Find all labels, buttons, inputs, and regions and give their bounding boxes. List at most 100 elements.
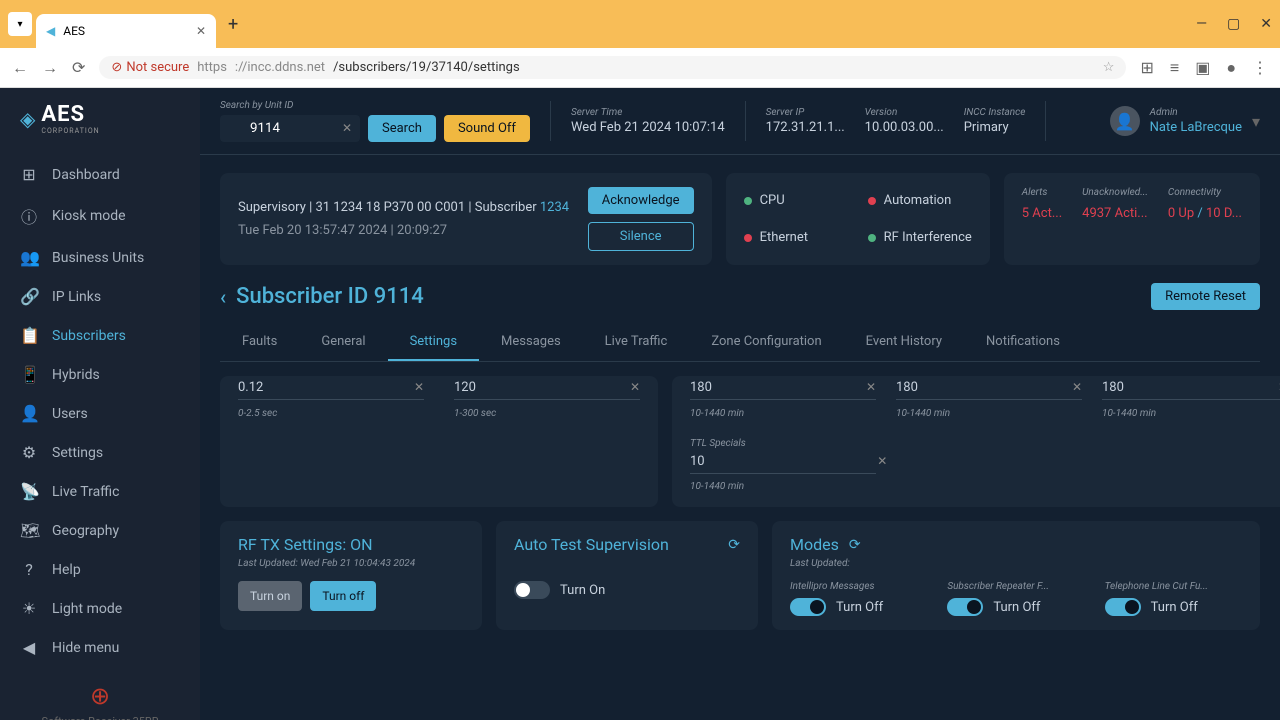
autotest-card: Auto Test Supervision⟳ Turn On — [496, 521, 758, 630]
users-icon: 👥 — [20, 248, 38, 267]
alerts-value[interactable]: 5 Act... — [1022, 206, 1062, 221]
clear-icon[interactable]: ✕ — [877, 454, 887, 468]
sidebar-item-livetraffic[interactable]: 📡Live Traffic — [0, 472, 200, 511]
rf-status: RF Interference — [868, 224, 972, 251]
clear-icon[interactable]: ✕ — [866, 380, 876, 394]
device-icon: 📱 — [20, 365, 38, 384]
autotest-toggle[interactable] — [514, 581, 550, 599]
silence-button[interactable]: Silence — [588, 222, 694, 251]
refresh-icon[interactable]: ⟳ — [728, 537, 740, 553]
extension-icon[interactable]: ⊞ — [1140, 58, 1153, 78]
sidebar-item-users[interactable]: 👤Users — [0, 394, 200, 433]
conn-value[interactable]: 0 Up / 10 D... — [1168, 206, 1242, 221]
tab-eventhistory[interactable]: Event History — [844, 324, 964, 361]
user-menu[interactable]: 👤 AdminNate LaBrecque ▾ — [1110, 106, 1260, 136]
automation-status: Automation — [868, 187, 972, 214]
sidebar-item-dashboard[interactable]: ⊞Dashboard — [0, 155, 200, 194]
input-4[interactable] — [896, 376, 1082, 400]
tab-zoneconfig[interactable]: Zone Configuration — [689, 324, 843, 361]
tab-settings[interactable]: Settings — [388, 324, 479, 361]
back-arrow-icon[interactable]: ‹ — [220, 285, 226, 309]
sidebar-item-hybrids[interactable]: 📱Hybrids — [0, 355, 200, 394]
tab-livetraffic[interactable]: Live Traffic — [583, 324, 690, 361]
link-icon: 🔗 — [20, 287, 38, 306]
sidebar-item-subscribers[interactable]: 📋Subscribers — [0, 316, 200, 355]
input-5[interactable] — [1102, 376, 1280, 400]
alerts-card: Alerts5 Act... Unacknowled...4937 Acti..… — [1004, 173, 1260, 265]
input-3[interactable] — [690, 376, 876, 400]
reload-icon[interactable]: ⟳ — [72, 58, 85, 77]
sidebar-item-settings[interactable]: ⚙Settings — [0, 433, 200, 472]
search-button[interactable]: Search — [368, 115, 436, 142]
maximize-icon[interactable]: ▢ — [1227, 16, 1240, 32]
menu-icon[interactable]: ⋮ — [1252, 58, 1268, 78]
turn-off-button[interactable]: Turn off — [310, 581, 376, 611]
refresh-icon[interactable]: ⟳ — [849, 537, 861, 553]
sidebar-item-help[interactable]: ?Help — [0, 550, 200, 589]
sidebar-item-geography[interactable]: 🗺Geography — [0, 511, 200, 550]
forward-icon[interactable]: → — [42, 58, 58, 78]
sidebar-item-hidemenu[interactable]: ◀Hide menu — [0, 628, 200, 667]
footer-icon: ⊕ — [0, 682, 200, 710]
security-badge: ⊘ Not secure — [111, 60, 189, 75]
close-window-icon[interactable]: ✕ — [1260, 16, 1272, 32]
list-icon[interactable]: ≡ — [1170, 58, 1179, 78]
sound-off-button[interactable]: Sound Off — [444, 115, 530, 142]
signal-icon: 📡 — [20, 482, 38, 501]
input-1[interactable] — [238, 376, 424, 400]
tab-faults[interactable]: Faults — [220, 324, 299, 361]
browser-tab[interactable]: ◀ AES ✕ — [36, 14, 216, 48]
sidebar-item-lightmode[interactable]: ☀Light mode — [0, 589, 200, 628]
panel-icon[interactable]: ▣ — [1195, 58, 1210, 78]
sidebar-footer: ⊕ Software Receiver 35RR — [0, 667, 200, 720]
rftx-card: RF TX Settings: ON Last Updated: Wed Feb… — [220, 521, 482, 630]
unack-value[interactable]: 4937 Acti... — [1082, 206, 1148, 221]
acknowledge-button[interactable]: Acknowledge — [588, 187, 694, 214]
url-bar[interactable]: ⊘ Not secure https://incc.ddns.net/subsc… — [99, 56, 1126, 79]
avatar-icon: 👤 — [1110, 106, 1140, 136]
intellipro-toggle[interactable] — [790, 598, 826, 616]
autotest-title: Auto Test Supervision⟳ — [514, 535, 740, 554]
user-icon: 👤 — [20, 404, 38, 423]
logo: ◈ AESCORPORATION — [0, 102, 200, 155]
search-input[interactable] — [220, 115, 360, 142]
clear-icon[interactable]: ✕ — [630, 380, 640, 394]
sidebar-item-kiosk[interactable]: ⓘKiosk mode — [0, 194, 200, 238]
clear-icon[interactable]: ✕ — [342, 121, 352, 135]
supervisory-time: Tue Feb 20 13:57:47 2024 | 20:09:27 — [238, 223, 569, 238]
tab-dropdown[interactable]: ▾ — [8, 12, 32, 36]
telephone-toggle[interactable] — [1105, 598, 1141, 616]
input-2[interactable] — [454, 376, 640, 400]
clear-icon[interactable]: ✕ — [414, 380, 424, 394]
sun-icon: ☀ — [20, 599, 38, 618]
gear-icon: ⚙ — [20, 443, 38, 462]
help-icon: ? — [20, 560, 38, 579]
clipboard-icon: 📋 — [20, 326, 38, 345]
search-label: Search by Unit ID — [220, 100, 530, 111]
turn-on-button[interactable]: Turn on — [238, 581, 302, 611]
supervisory-card: Supervisory | 31 1234 18 P370 00 C001 | … — [220, 173, 712, 265]
supervisory-text: Supervisory | 31 1234 18 P370 00 C001 | … — [238, 200, 569, 215]
back-icon[interactable]: ← — [12, 58, 28, 78]
collapse-icon: ◀ — [20, 638, 38, 657]
clear-icon[interactable]: ✕ — [1072, 380, 1082, 394]
tab-close-icon[interactable]: ✕ — [196, 24, 206, 38]
cpu-status: CPU — [744, 187, 848, 214]
minimize-icon[interactable]: — — [1196, 16, 1207, 32]
tab-messages[interactable]: Messages — [479, 324, 583, 361]
chevron-down-icon: ▾ — [1252, 112, 1260, 131]
repeater-toggle[interactable] — [947, 598, 983, 616]
remote-reset-button[interactable]: Remote Reset — [1151, 283, 1260, 310]
ttl-input[interactable] — [690, 450, 876, 474]
star-icon[interactable]: ☆ — [1103, 60, 1115, 75]
tab-notifications[interactable]: Notifications — [964, 324, 1082, 361]
status-card: CPU Automation Ethernet RF Interference — [726, 173, 990, 265]
new-tab-button[interactable]: + — [228, 14, 238, 35]
sidebar-item-iplinks[interactable]: 🔗IP Links — [0, 277, 200, 316]
tab-general[interactable]: General — [299, 324, 387, 361]
tab-title: AES — [63, 24, 85, 38]
profile-icon[interactable]: ● — [1226, 58, 1236, 78]
modes-title: Modes⟳ — [790, 535, 1242, 554]
sidebar-label: Dashboard — [52, 167, 120, 183]
sidebar-item-business[interactable]: 👥Business Units — [0, 238, 200, 277]
